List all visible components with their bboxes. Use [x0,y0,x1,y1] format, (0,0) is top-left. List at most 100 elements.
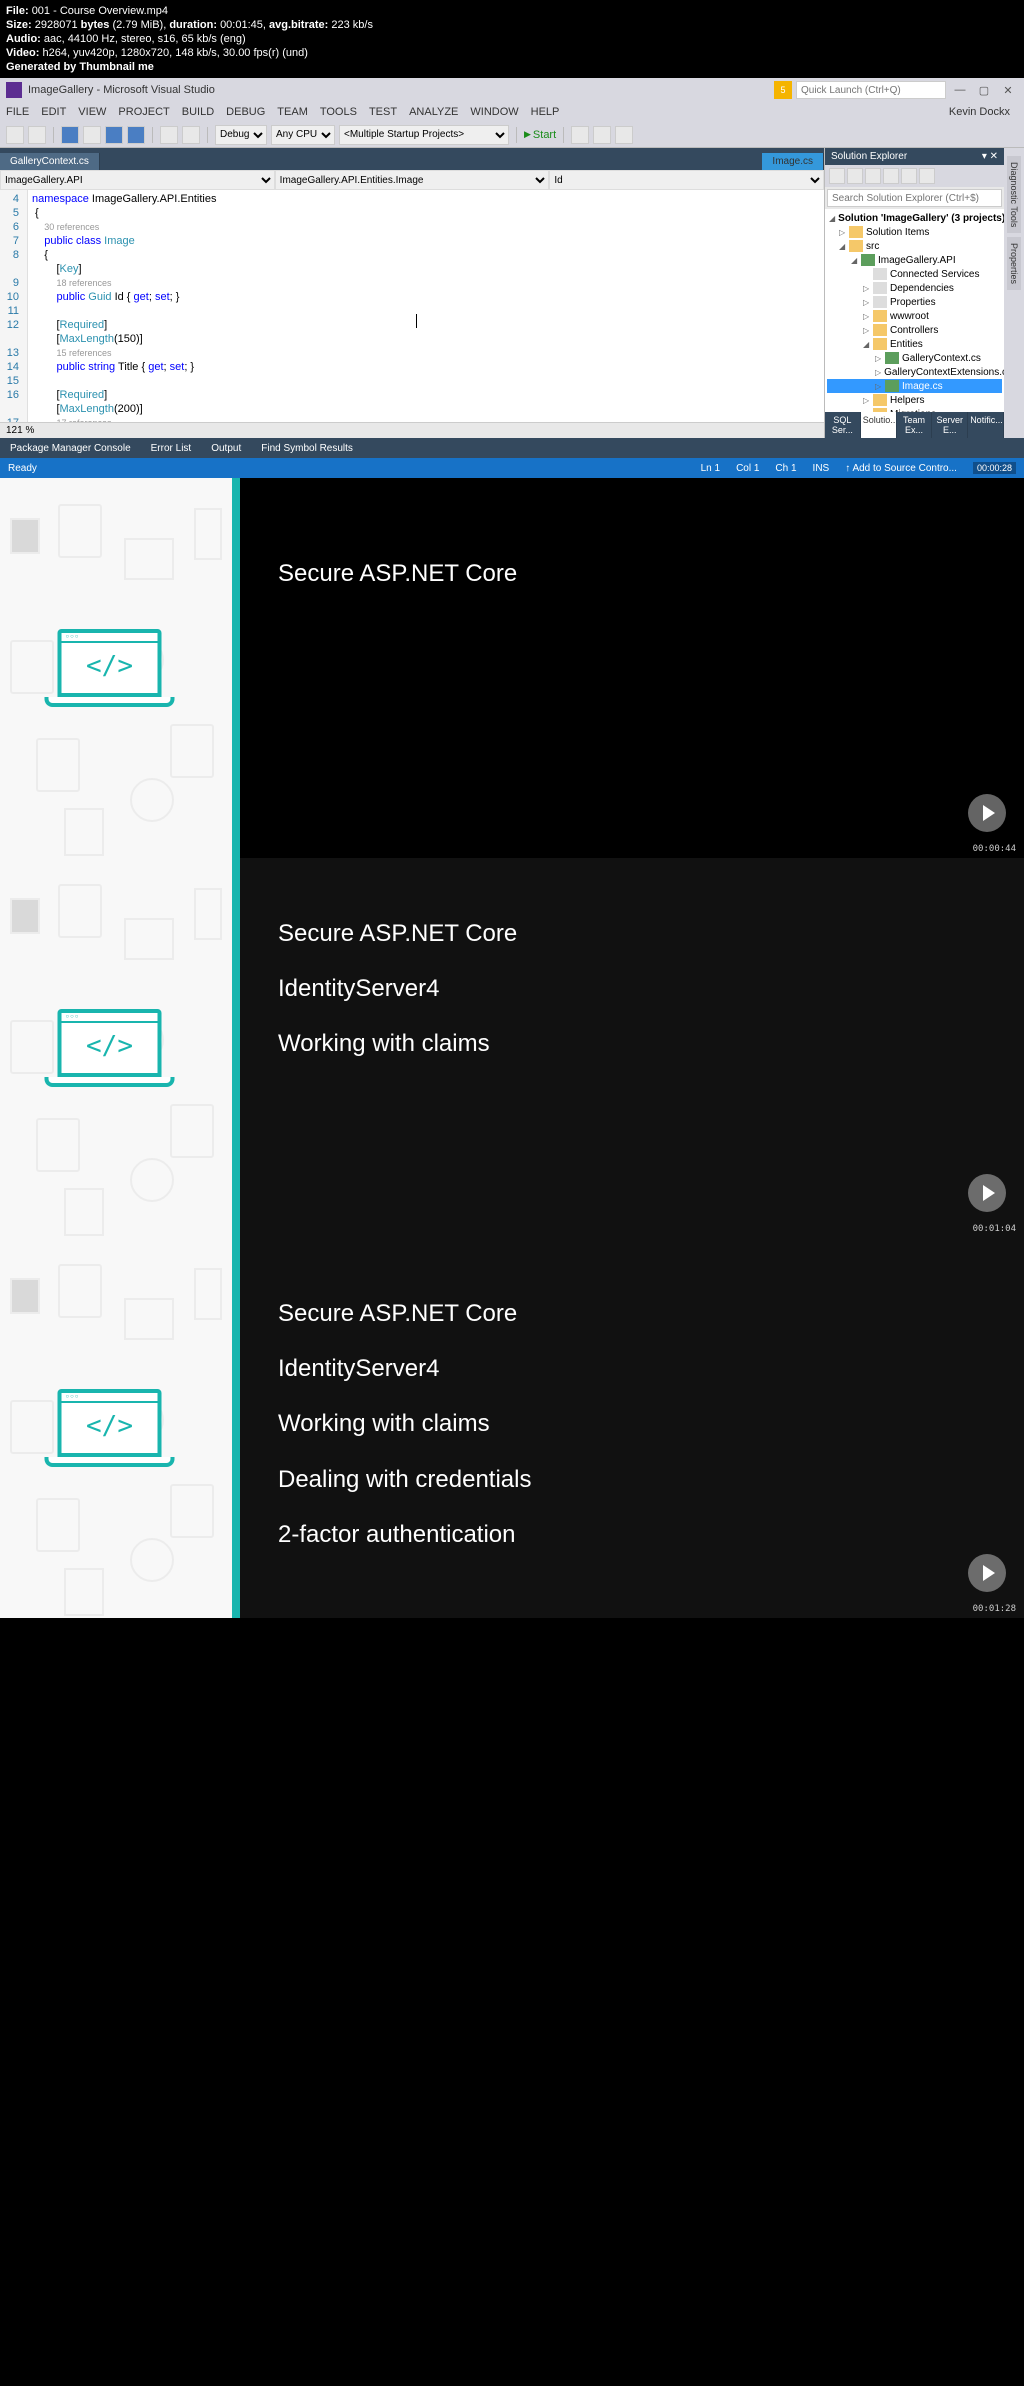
accent-bar [232,478,240,858]
bottab-findsym[interactable]: Find Symbol Results [251,440,363,457]
tree-connected: Connected Services [827,267,1002,281]
maximize-button[interactable]: ▢ [974,84,994,97]
editor-area: GalleryContext.cs Image.cs ImageGallery.… [0,148,824,438]
tool-button-3[interactable] [615,126,633,144]
nav-fwd-button[interactable] [28,126,46,144]
status-ch: Ch 1 [775,463,796,474]
startup-select[interactable]: <Multiple Startup Projects> [339,125,509,145]
save-button[interactable] [105,126,123,144]
slide-1: ○○○</> Secure ASP.NET Core 00:00:44 [0,478,1024,858]
status-source-control[interactable]: ↑ Add to Source Contro... [845,463,957,474]
breadcrumb-namespace[interactable]: ImageGallery.API.Entities.Image [275,170,550,190]
soltab-team[interactable]: Team Ex... [897,412,933,438]
quick-launch-input[interactable] [796,81,946,99]
slide-content: Secure ASP.NET Core IdentityServer4 Work… [240,1238,1024,1618]
sol-props-button[interactable] [901,168,917,184]
nav-breadcrumb: ImageGallery.API ImageGallery.API.Entiti… [0,170,824,190]
menu-tools[interactable]: TOOLS [320,106,357,118]
menu-window[interactable]: WINDOW [470,106,518,118]
menu-view[interactable]: VIEW [78,106,106,118]
menu-edit[interactable]: EDIT [41,106,66,118]
close-button[interactable]: ✕ [998,84,1018,97]
redo-button[interactable] [182,126,200,144]
platform-select[interactable]: Any CPU [271,125,335,145]
tree-props: ▷Properties [827,295,1002,309]
vs-logo-icon [6,82,22,98]
tool-button-2[interactable] [593,126,611,144]
slide-text-5: 2-factor authentication [278,1519,994,1550]
nav-back-button[interactable] [6,126,24,144]
play-button[interactable] [968,794,1006,832]
tree-gallerycontextext: ▷GalleryContextExtensions.cs [827,365,1002,379]
menu-file[interactable]: FILE [6,106,29,118]
start-button[interactable]: Start [524,129,556,141]
play-button[interactable] [968,1174,1006,1212]
slide-text-2: IdentityServer4 [278,973,994,1004]
play-button[interactable] [968,1554,1006,1592]
undo-button[interactable] [160,126,178,144]
visual-studio-window: ImageGallery - Microsoft Visual Studio 5… [0,78,1024,478]
menu-build[interactable]: BUILD [182,106,214,118]
tree-entities: ◢Entities [827,337,1002,351]
tree-deps: ▷Dependencies [827,281,1002,295]
code-editor[interactable]: 456789101112131415161718192021222324 nam… [0,190,824,422]
slide-text-3: Working with claims [278,1028,994,1059]
tree-helpers: ▷Helpers [827,393,1002,407]
saveall-button[interactable] [127,126,145,144]
config-select[interactable]: Debug [215,125,267,145]
sol-collapse-button[interactable] [865,168,881,184]
sol-showall-button[interactable] [883,168,899,184]
tree-controllers: ▷Controllers [827,323,1002,337]
sol-refresh-button[interactable] [847,168,863,184]
menu-debug[interactable]: DEBUG [226,106,265,118]
sidetab-diagnostic[interactable]: Diagnostic Tools [1007,156,1021,233]
sidetab-properties[interactable]: Properties [1007,237,1021,290]
menu-analyze[interactable]: ANALYZE [409,106,458,118]
status-ins: INS [813,463,830,474]
soltab-server[interactable]: Server E... [932,412,968,438]
tree-api: ◢ImageGallery.API [827,253,1002,267]
solution-search-input[interactable] [827,189,1002,207]
editor-tabs: GalleryContext.cs Image.cs [0,148,824,170]
status-col: Col 1 [736,463,759,474]
soltab-sql[interactable]: SQL Ser... [825,412,861,438]
tab-gallerycontext[interactable]: GalleryContext.cs [0,153,100,170]
tree-solution: ◢Solution 'ImageGallery' (3 projects) [827,211,1002,225]
breadcrumb-project[interactable]: ImageGallery.API [0,170,275,190]
accent-bar [232,1238,240,1618]
window-title: ImageGallery - Microsoft Visual Studio [28,84,774,96]
menu-test[interactable]: TEST [369,106,397,118]
bottab-errors[interactable]: Error List [141,440,202,457]
sol-home-button[interactable] [829,168,845,184]
accent-bar [232,858,240,1238]
tool-button-1[interactable] [571,126,589,144]
menu-team[interactable]: TEAM [277,106,308,118]
sol-preview-button[interactable] [919,168,935,184]
tab-image[interactable]: Image.cs [762,153,824,170]
breadcrumb-member[interactable]: Id [549,170,824,190]
code-body[interactable]: namespace ImageGallery.API.Entities { 30… [28,190,824,422]
minimize-button[interactable]: — [950,84,970,96]
notification-badge[interactable]: 5 [774,81,792,99]
laptop-icon: ○○○</> [58,1009,175,1087]
open-button[interactable] [83,126,101,144]
solution-tree[interactable]: ◢Solution 'ImageGallery' (3 projects) ▷S… [825,209,1004,412]
line-gutter: 456789101112131415161718192021222324 [0,190,28,422]
menu-project[interactable]: PROJECT [118,106,169,118]
soltab-notif[interactable]: Notific... [968,412,1004,438]
vs-menubar: FILE EDIT VIEW PROJECT BUILD DEBUG TEAM … [0,102,1024,122]
soltab-solution[interactable]: Solutio... [861,412,897,438]
media-info-header: File: 001 - Course Overview.mp4 Size: 29… [0,0,1024,78]
tree-solution-items: ▷Solution Items [827,225,1002,239]
slide-text-1: Secure ASP.NET Core [278,918,994,949]
user-name[interactable]: Kevin Dockx [949,106,1010,118]
bottab-pmc[interactable]: Package Manager Console [0,440,141,457]
menu-help[interactable]: HELP [531,106,560,118]
slide-text-3: Working with claims [278,1408,994,1439]
zoom-level[interactable]: 121 % [0,422,824,438]
slide-left-graphic: ○○○</> [0,478,232,858]
new-button[interactable] [61,126,79,144]
slide-text-2: IdentityServer4 [278,1353,994,1384]
bottab-output[interactable]: Output [201,440,251,457]
side-tabs: Diagnostic Tools Properties [1004,148,1024,438]
